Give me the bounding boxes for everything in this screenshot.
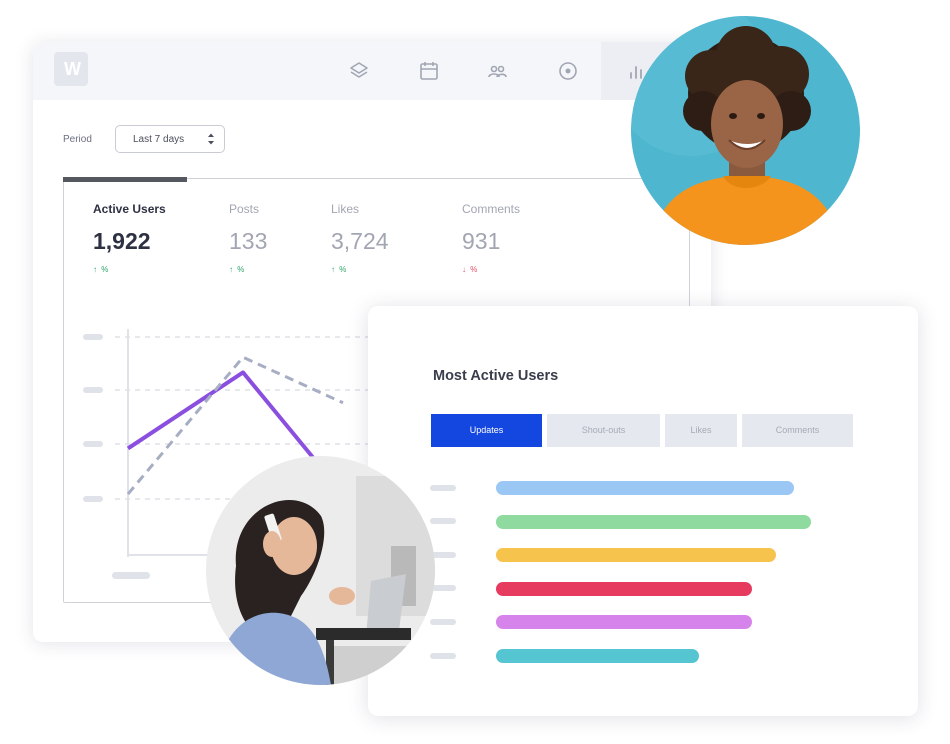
user-name-placeholder [430,653,456,659]
tab-likes[interactable]: Likes [665,414,737,447]
user-activity-bar [496,481,794,495]
y-tick-placeholder [83,496,103,502]
tab-updates[interactable]: Updates [431,414,542,447]
user-avatar-woman-orange [631,16,860,245]
x-tick-placeholder [112,572,150,579]
user-activity-bar [496,649,699,663]
y-tick-placeholders [83,334,103,502]
user-avatar-woman-phone [206,456,435,685]
tab-comments[interactable]: Comments [742,414,853,447]
user-activity-bar [496,581,752,596]
card-title: Most Active Users [433,368,559,384]
user-activity-bar [496,548,776,563]
user-name-placeholder [430,518,456,524]
user-activity-bar [496,514,811,529]
user-activity-bar [496,615,752,630]
y-tick-placeholder [83,441,103,447]
user-name-placeholder [430,619,456,625]
user-name-placeholder [430,485,456,491]
tab-shout-outs[interactable]: Shout-outs [547,414,660,447]
y-tick-placeholder [83,387,103,393]
y-tick-placeholder [83,334,103,340]
most-active-users-card: Most Active Users Updates Shout-outs Lik… [368,306,918,716]
